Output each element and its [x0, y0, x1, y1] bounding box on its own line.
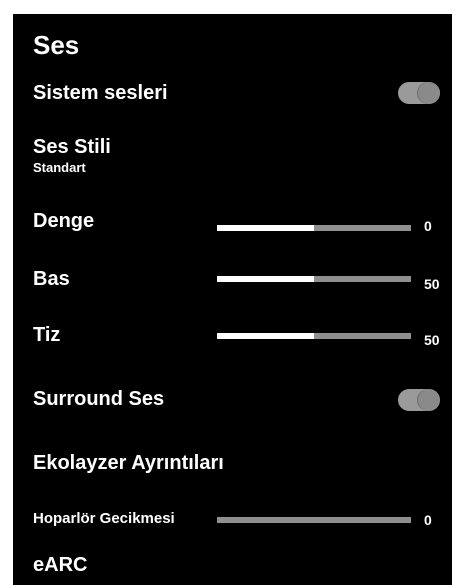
- bass-slider[interactable]: [217, 276, 411, 282]
- balance-slider[interactable]: [217, 225, 411, 231]
- page-title: Ses: [33, 30, 80, 60]
- speaker-delay-value: 0: [424, 512, 432, 528]
- sound-style-row[interactable]: Ses Stili Standart: [13, 136, 452, 176]
- speaker-delay-slider[interactable]: [217, 517, 411, 523]
- treble-slider[interactable]: [217, 333, 411, 339]
- sound-style-label: Ses Stili: [33, 136, 111, 158]
- treble-value: 50: [424, 332, 440, 348]
- sound-settings-panel: Ses Sistem sesleri Ses Stili Standart De…: [13, 14, 452, 585]
- balance-label: Denge: [33, 210, 95, 232]
- surround-label: Surround Ses: [33, 388, 165, 410]
- system-sounds-label: Sistem sesleri: [33, 82, 168, 104]
- speaker-delay-label: Hoparlör Gecikmesi: [33, 510, 175, 527]
- bass-row[interactable]: Bas 50: [13, 268, 452, 294]
- system-sounds-row[interactable]: Sistem sesleri: [13, 80, 452, 106]
- slider-fill: [217, 276, 314, 282]
- equalizer-row[interactable]: Ekolayzer Ayrıntıları: [13, 452, 452, 478]
- bass-value: 50: [424, 276, 440, 292]
- slider-fill: [217, 225, 314, 231]
- toggle-knob: [418, 82, 440, 104]
- toggle-knob: [418, 389, 440, 411]
- earc-row[interactable]: eARC: [13, 554, 452, 580]
- balance-row[interactable]: Denge 0: [13, 210, 452, 236]
- system-sounds-toggle[interactable]: [398, 82, 440, 104]
- sound-style-value: Standart: [33, 160, 86, 175]
- speaker-delay-row[interactable]: Hoparlör Gecikmesi 0: [13, 510, 452, 532]
- treble-row[interactable]: Tiz 50: [13, 324, 452, 350]
- equalizer-label: Ekolayzer Ayrıntıları: [33, 452, 224, 474]
- treble-label: Tiz: [33, 324, 61, 346]
- surround-toggle[interactable]: [398, 389, 440, 411]
- surround-row[interactable]: Surround Ses: [13, 388, 452, 414]
- slider-fill: [217, 333, 314, 339]
- balance-value: 0: [424, 218, 432, 234]
- earc-label: eARC: [33, 554, 88, 576]
- bass-label: Bas: [33, 268, 70, 290]
